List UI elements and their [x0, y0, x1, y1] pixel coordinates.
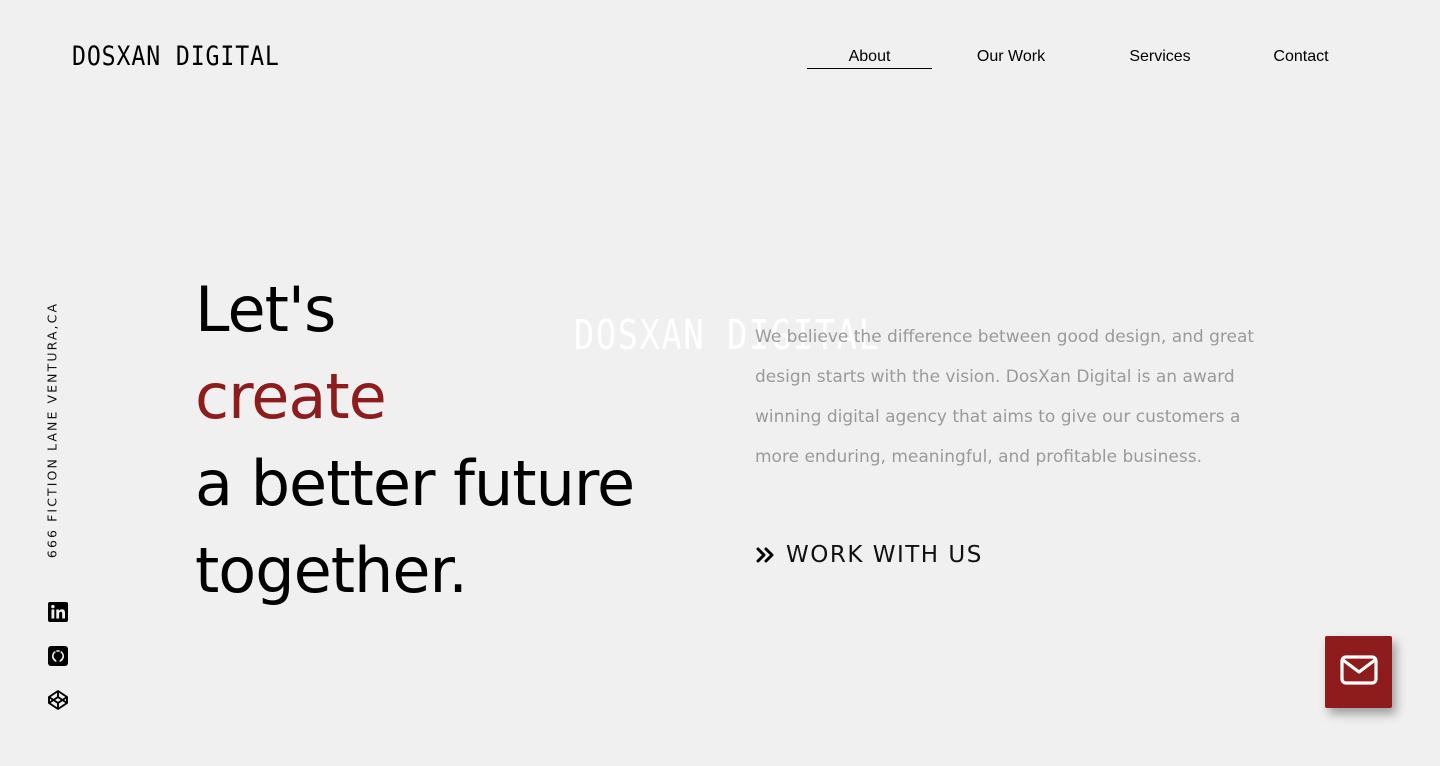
main-nav: About Our Work Services Contact [807, 44, 1372, 72]
github-icon[interactable] [47, 645, 69, 667]
work-with-us-link[interactable]: WORK WITH US [755, 538, 983, 572]
mail-icon [1339, 655, 1378, 689]
double-chevron-right-icon [755, 545, 777, 565]
hero-line-3: a better future [195, 447, 635, 520]
about-description: We believe the difference between good d… [755, 327, 1255, 467]
hero-line-4: together. [195, 534, 468, 607]
nav-item-about[interactable]: About [807, 44, 932, 69]
nav-item-our-work[interactable]: Our Work [932, 44, 1090, 68]
brand-logo[interactable]: DOSXAN DIGITAL [72, 40, 280, 74]
codepen-icon[interactable] [47, 689, 69, 711]
mail-floating-button[interactable] [1325, 636, 1392, 708]
work-with-us-label: WORK WITH US [786, 542, 983, 568]
hero-heading: Let's create a better future together. [195, 266, 635, 614]
nav-item-contact[interactable]: Contact [1230, 44, 1372, 68]
linkedin-icon[interactable] [47, 601, 69, 623]
page: DOSXAN DIGITAL About Our Work Services C… [0, 0, 1440, 766]
address-vertical-text: 666 FICTION LANE VENTURA,CA [44, 301, 60, 559]
hero-line-2-accent: create [195, 360, 387, 433]
hero-line-1: Let's [195, 273, 336, 346]
nav-item-services[interactable]: Services [1090, 44, 1230, 68]
